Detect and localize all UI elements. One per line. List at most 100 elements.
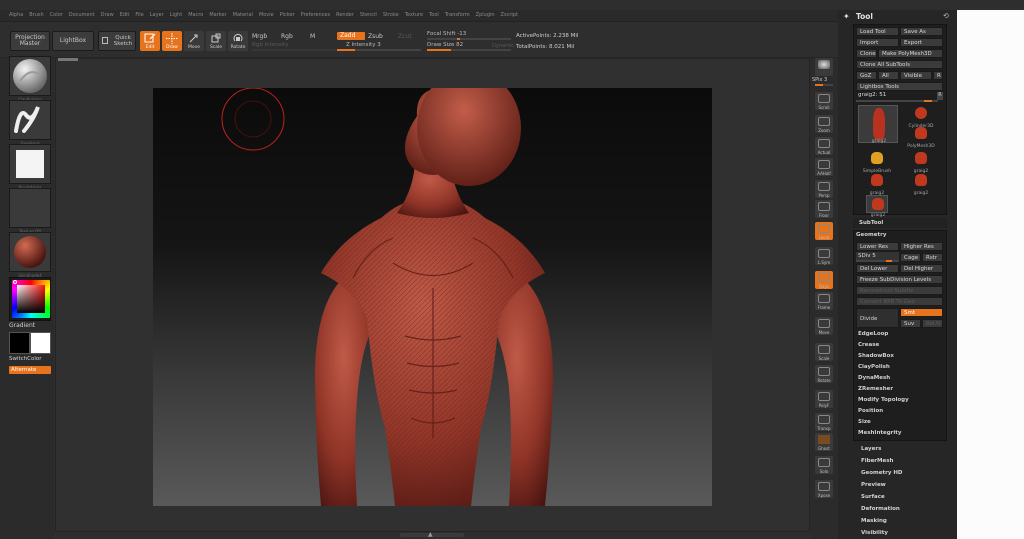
clone-button[interactable]: Clone [856,49,877,58]
menu-item-file[interactable]: File [135,12,143,18]
tool-thumb-7[interactable]: graig2 [866,195,888,218]
modify-topology-subpalette[interactable]: Modify Topology [858,397,909,403]
reuv-toggle[interactable]: ReUV [922,319,943,328]
sdiv-slider[interactable]: SDiv 5 [856,252,899,262]
quick-sketch-button[interactable]: Quick Sketch [98,31,136,51]
smt-toggle[interactable]: Smt [900,308,943,317]
move-button[interactable]: Move [184,31,204,51]
tool-thumb-1[interactable]: Cylinder3D [909,105,933,129]
bottom-tray-handle[interactable]: ▲ [400,531,464,538]
projection-master-button[interactable]: Projection Master [10,31,50,51]
meshintegrity-subpalette[interactable]: MeshIntegrity [858,430,901,436]
rotate-button[interactable]: Rotate [815,365,833,383]
menu-item-texture[interactable]: Texture [405,12,423,18]
fibermesh-subpalette[interactable]: FiberMesh [861,458,893,464]
tool-thumb-5[interactable]: graig2 [910,172,932,196]
persp-button[interactable]: Persp [815,180,833,198]
menu-item-draw[interactable]: Draw [101,12,114,18]
zadd-toggle[interactable]: Zadd [337,32,365,40]
geometry-header[interactable]: Geometry [856,232,886,238]
convert-bpr-button[interactable]: Convert BPR To Geo [856,297,943,306]
load-tool-button[interactable]: Load Tool [856,27,899,36]
import-button[interactable]: Import [856,38,899,47]
tool-thumb-3[interactable]: SimpleBrush [863,150,891,174]
brush-picker[interactable]: ClayBuildup [9,56,51,102]
z-intensity-slider[interactable]: Z Intensity 3 [337,42,421,51]
color-picker-handle[interactable] [13,280,17,284]
menu-item-marker[interactable]: Marker [209,12,226,18]
menu-item-stroke[interactable]: Stroke [383,12,399,18]
menu-item-color[interactable]: Color [50,12,63,18]
divide-button[interactable]: Divide [856,308,899,328]
zremesher-subpalette[interactable]: ZRemesher [858,386,893,392]
shadowbox-subpalette[interactable]: ShadowBox [858,353,894,359]
export-button[interactable]: Export [900,38,943,47]
rstr-button[interactable]: Rstr [922,253,943,262]
menu-item-picker[interactable]: Picker [280,12,295,18]
layers-subpalette[interactable]: Layers [861,446,881,452]
canvas[interactable] [153,88,712,506]
spix-slider[interactable] [815,84,833,86]
freeze-subdivision-button[interactable]: Freeze SubDivision Levels [856,275,943,284]
aahalf-button[interactable]: AAHalf [815,158,833,176]
primary-color-swatch[interactable] [9,332,30,354]
spix-label[interactable]: SPix 3 [812,77,827,83]
tool-thumb-2[interactable]: PolyMesh3D [907,125,935,149]
dynamic-toggle[interactable]: Dynamic [492,43,514,49]
crease-subpalette[interactable]: Crease [858,342,879,348]
move-button[interactable]: Move [815,317,833,335]
menu-item-tool[interactable]: Tool [429,12,439,18]
goz-visible-button[interactable]: Visible [900,71,932,80]
suv-toggle[interactable]: Suv [900,319,921,328]
menu-item-stencil[interactable]: Stencil [360,12,377,18]
gradient-toggle[interactable]: Gradient [9,322,35,329]
position-subpalette[interactable]: Position [858,408,883,414]
frame-button[interactable]: Frame [815,292,833,310]
texture-picker[interactable]: Texture Off [9,188,51,234]
zcut-toggle[interactable]: Zcut [398,33,412,40]
floor-button[interactable]: Floor [815,200,833,218]
menu-item-preferences[interactable]: Preferences [301,12,330,18]
secondary-color-swatch[interactable] [30,332,51,354]
goz-button[interactable]: GoZ [856,71,877,80]
del-lower-button[interactable]: Del Lower [856,264,899,273]
focal-shift-slider[interactable]: Focal Shift -13 [427,31,511,40]
current-tool-slider[interactable]: graig2: 51 R [856,92,943,102]
subtool-header[interactable]: SubTool [853,218,947,228]
rgb-intensity-slider[interactable]: Rgb Intensity [252,42,336,51]
menu-item-render[interactable]: Render [336,12,354,18]
palette-dock-icon[interactable]: ⟲ [943,12,949,20]
menu-item-macro[interactable]: Macro [188,12,203,18]
menu-item-layer[interactable]: Layer [150,12,164,18]
current-tool-r-button[interactable]: R [937,92,943,100]
visibility-subpalette[interactable]: Visibility [861,530,888,536]
edgeloop-subpalette[interactable]: EdgeLoop [858,331,888,337]
save-as-button[interactable]: Save As [900,27,943,36]
solo-button[interactable]: Solo [815,456,833,474]
material-picker[interactable]: SkinShade4 [9,232,51,278]
goz-r-button[interactable]: R [933,71,943,80]
menu-item-zplugin[interactable]: Zplugin [476,12,495,18]
menu-item-document[interactable]: Document [69,12,95,18]
bpr-button[interactable] [815,58,833,76]
rotate-button[interactable]: Rotate [228,31,248,51]
surface-subpalette[interactable]: Surface [861,494,885,500]
make-polymesh-button[interactable]: Make PolyMesh3D [878,49,943,58]
scale-button[interactable]: Scale [815,343,833,361]
menu-item-zscript[interactable]: Zscript [501,12,518,18]
draw-button[interactable]: Draw [162,31,182,51]
actual-button[interactable]: Actual [815,137,833,155]
local-button[interactable]: Local [815,222,833,240]
geometry-hd-subpalette[interactable]: Geometry HD [861,470,903,476]
menu-item-transform[interactable]: Transform [445,12,470,18]
menu-item-light[interactable]: Light [170,12,182,18]
menu-item-material[interactable]: Material [233,12,253,18]
alternate-toggle[interactable]: Alternate [9,366,51,374]
stroke-picker[interactable]: FreeHand [9,100,51,146]
switch-color-button[interactable]: SwitchColor [9,356,42,362]
qxyz-button[interactable]: Qxyz [815,271,833,289]
preview-subpalette[interactable]: Preview [861,482,886,488]
clone-all-subtools-button[interactable]: Clone All SubTools [856,60,943,69]
color-swatches[interactable] [9,332,51,354]
menu-item-brush[interactable]: Brush [29,12,43,18]
